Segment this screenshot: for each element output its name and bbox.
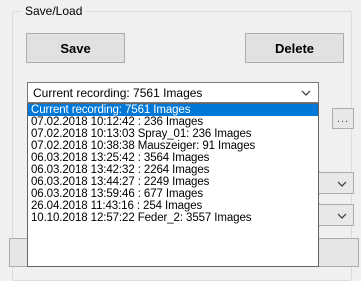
dropdown-item[interactable]: 10.10.2018 12:57:22 Feder_2: 3557 Images <box>28 212 318 224</box>
option-combo-1[interactable] <box>318 172 354 194</box>
recording-select[interactable]: Current recording: 7561 Images <box>27 82 319 103</box>
dropdown-item[interactable]: 26.04.2018 11:43:16 : 254 Images <box>28 200 318 212</box>
option-combo-2[interactable] <box>318 204 354 226</box>
delete-button[interactable]: Delete <box>245 33 344 63</box>
dropdown-item[interactable]: 07.02.2018 10:38:38 Mauszeiger: 91 Image… <box>28 140 318 152</box>
dropdown-item[interactable]: 07.02.2018 10:13:03 Spray_01: 236 Images <box>28 128 318 140</box>
dropdown-item[interactable]: 06.03.2018 13:25:42 : 3564 Images <box>28 152 318 164</box>
dropdown-item[interactable]: 07.02.2018 10:12:42 : 236 Images <box>28 116 318 128</box>
save-button[interactable]: Save <box>26 33 125 63</box>
chevron-down-icon <box>337 213 347 219</box>
dropdown-item[interactable]: 06.03.2018 13:44:27 : 2249 Images <box>28 176 318 188</box>
browse-button[interactable]: ... <box>332 108 354 129</box>
dropdown-item[interactable]: 06.03.2018 13:59:46 : 677 Images <box>28 188 318 200</box>
dropdown-item[interactable]: 06.03.2018 13:42:32 : 2264 Images <box>28 164 318 176</box>
chevron-down-icon <box>337 181 347 187</box>
recording-select-value: Current recording: 7561 Images <box>33 85 203 100</box>
chevron-down-icon[interactable] <box>301 88 311 98</box>
dropdown-item[interactable]: Current recording: 7561 Images <box>28 104 318 116</box>
recording-dropdown-list: Current recording: 7561 Images 07.02.201… <box>27 103 319 267</box>
save-load-title: Save/Load <box>22 4 86 18</box>
